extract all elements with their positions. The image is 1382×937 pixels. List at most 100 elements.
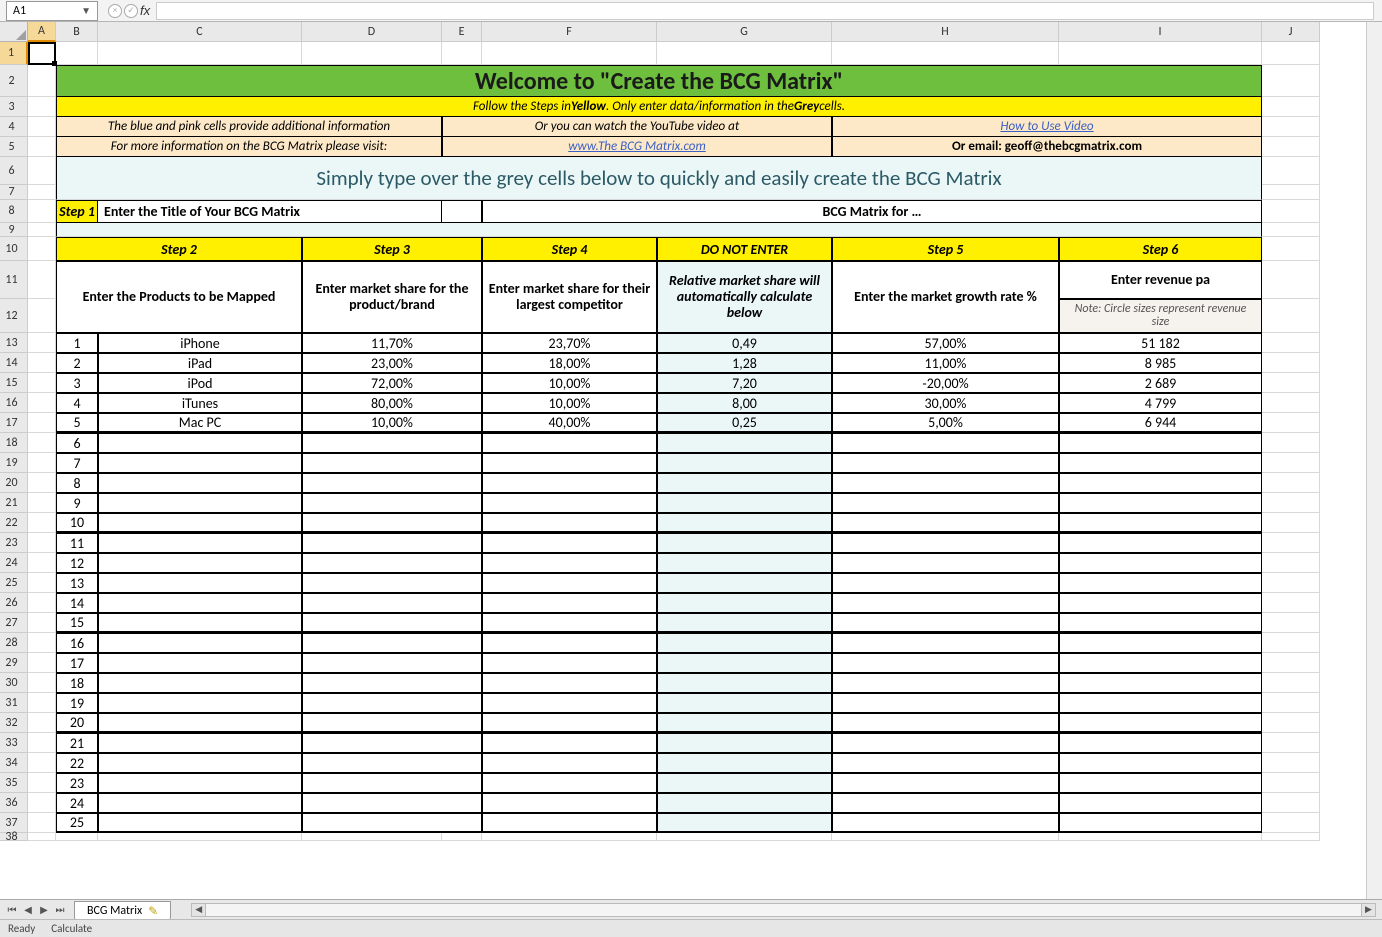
column-header-I[interactable]: I [1059,22,1262,42]
growth-rate-input[interactable]: 5,00% [832,413,1059,433]
market-share-input[interactable]: 23,00% [302,353,482,373]
market-share-input[interactable] [302,733,482,753]
tab-nav-next-icon[interactable]: ▶ [36,902,52,918]
row-header-8[interactable]: 8 [0,200,28,223]
revenue-input[interactable] [1059,813,1262,833]
growth-rate-input[interactable] [832,613,1059,633]
row-header-22[interactable]: 22 [0,513,28,533]
competitor-share-input[interactable] [482,493,657,513]
row-header-10[interactable]: 10 [0,237,28,261]
row-header-30[interactable]: 30 [0,673,28,693]
competitor-share-input[interactable] [482,553,657,573]
competitor-share-input[interactable] [482,733,657,753]
market-share-input[interactable] [302,493,482,513]
competitor-share-input[interactable] [482,673,657,693]
vertical-scrollbar[interactable] [1366,22,1382,899]
revenue-input[interactable] [1059,473,1262,493]
competitor-share-input[interactable] [482,593,657,613]
growth-rate-input[interactable] [832,813,1059,833]
competitor-share-input[interactable]: 40,00% [482,413,657,433]
competitor-share-input[interactable] [482,693,657,713]
revenue-input[interactable] [1059,673,1262,693]
enter-formula-icon[interactable]: ✓ [124,4,138,18]
market-share-input[interactable] [302,453,482,473]
revenue-input[interactable] [1059,613,1262,633]
product-name-input[interactable] [98,433,302,453]
revenue-input[interactable] [1059,653,1262,673]
product-name-input[interactable] [98,693,302,713]
product-name-input[interactable] [98,633,302,653]
revenue-input[interactable] [1059,573,1262,593]
column-header-G[interactable]: G [657,22,832,42]
market-share-input[interactable] [302,533,482,553]
product-name-input[interactable]: Mac PC [98,413,302,433]
revenue-input[interactable] [1059,773,1262,793]
row-header-19[interactable]: 19 [0,453,28,473]
market-share-input[interactable] [302,673,482,693]
revenue-input[interactable]: 6 944 [1059,413,1262,433]
competitor-share-input[interactable] [482,713,657,733]
competitor-share-input[interactable] [482,813,657,833]
product-name-input[interactable] [98,573,302,593]
competitor-share-input[interactable] [482,453,657,473]
growth-rate-input[interactable] [832,453,1059,473]
growth-rate-input[interactable] [832,793,1059,813]
product-name-input[interactable]: iPod [98,373,302,393]
market-share-input[interactable] [302,513,482,533]
revenue-input[interactable]: 2 689 [1059,373,1262,393]
growth-rate-input[interactable] [832,433,1059,453]
market-share-input[interactable] [302,693,482,713]
row-header-34[interactable]: 34 [0,753,28,773]
market-share-input[interactable] [302,653,482,673]
row-header-32[interactable]: 32 [0,713,28,733]
formula-input[interactable] [156,2,1374,20]
growth-rate-input[interactable] [832,593,1059,613]
row-header-20[interactable]: 20 [0,473,28,493]
market-share-input[interactable] [302,713,482,733]
revenue-input[interactable] [1059,513,1262,533]
competitor-share-input[interactable] [482,573,657,593]
row-header-28[interactable]: 28 [0,633,28,653]
revenue-input[interactable] [1059,593,1262,613]
product-name-input[interactable] [98,713,302,733]
market-share-input[interactable]: 72,00% [302,373,482,393]
row-header-36[interactable]: 36 [0,793,28,813]
row-header-13[interactable]: 13 [0,333,28,353]
competitor-share-input[interactable] [482,473,657,493]
row-header-17[interactable]: 17 [0,413,28,433]
market-share-input[interactable] [302,613,482,633]
column-header-B[interactable]: B [56,22,98,42]
revenue-input[interactable] [1059,753,1262,773]
revenue-input[interactable] [1059,453,1262,473]
revenue-input[interactable] [1059,693,1262,713]
growth-rate-input[interactable] [832,653,1059,673]
competitor-share-input[interactable] [482,433,657,453]
column-header-H[interactable]: H [832,22,1059,42]
market-share-input[interactable] [302,473,482,493]
name-box-dropdown-icon[interactable]: ▼ [81,4,91,17]
product-name-input[interactable] [98,513,302,533]
competitor-share-input[interactable] [482,533,657,553]
row-header-31[interactable]: 31 [0,693,28,713]
growth-rate-input[interactable] [832,673,1059,693]
competitor-share-input[interactable] [482,613,657,633]
revenue-input[interactable]: 8 985 [1059,353,1262,373]
row-header-12[interactable]: 12 [0,299,28,333]
product-name-input[interactable] [98,493,302,513]
growth-rate-input[interactable] [832,533,1059,553]
row-header-23[interactable]: 23 [0,533,28,553]
growth-rate-input[interactable] [832,573,1059,593]
column-header-J[interactable]: J [1262,22,1320,42]
market-share-input[interactable] [302,633,482,653]
product-name-input[interactable] [98,753,302,773]
product-name-input[interactable] [98,793,302,813]
revenue-input[interactable] [1059,793,1262,813]
market-share-input[interactable] [302,593,482,613]
growth-rate-input[interactable] [832,693,1059,713]
market-share-input[interactable] [302,553,482,573]
growth-rate-input[interactable] [832,733,1059,753]
revenue-input[interactable]: 4 799 [1059,393,1262,413]
market-share-input[interactable] [302,433,482,453]
market-share-input[interactable] [302,793,482,813]
growth-rate-input[interactable] [832,713,1059,733]
